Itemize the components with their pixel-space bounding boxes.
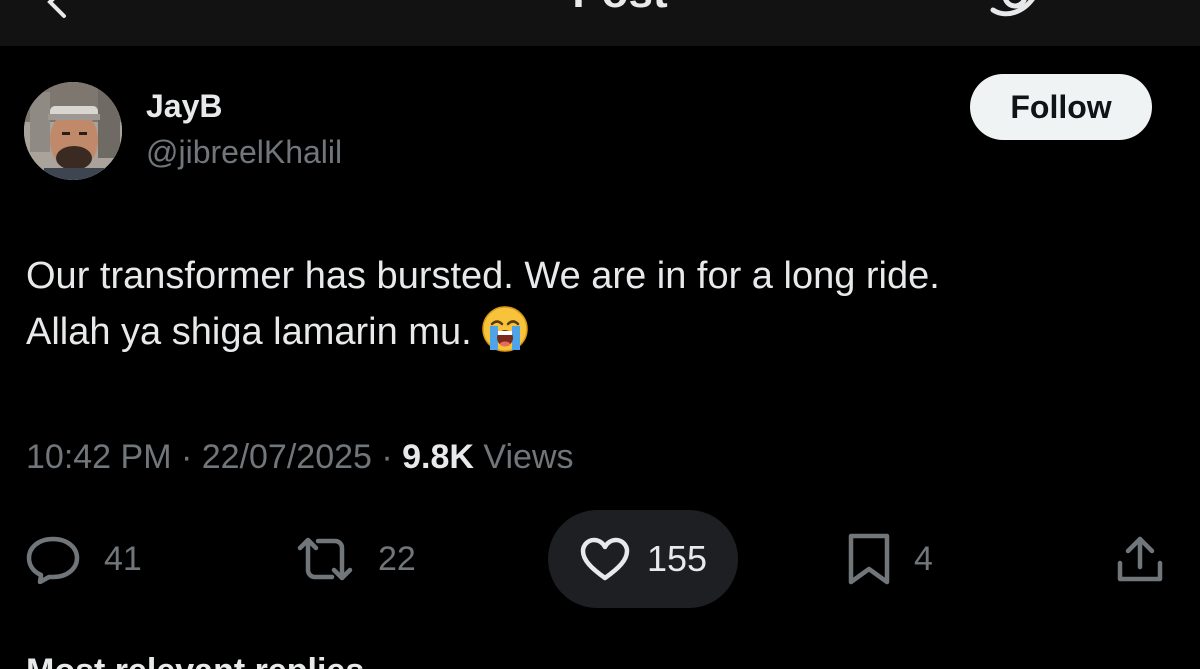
grok-icon[interactable]: [985, 0, 1045, 22]
arrow-left-icon[interactable]: [38, 0, 78, 22]
author-handle[interactable]: @jibreelKhalil: [146, 134, 342, 171]
post-date[interactable]: 22/07/2025: [202, 438, 372, 476]
bookmark-button[interactable]: 4: [846, 531, 933, 587]
reply-icon: [26, 536, 80, 584]
repost-count: 22: [378, 539, 416, 578]
replies-sort-heading[interactable]: Most relevant replies: [26, 652, 364, 669]
post-text-line-2-text: Allah ya shiga lamarin mu.: [26, 311, 472, 353]
top-header: Post: [0, 0, 1200, 46]
post-text: Our transformer has bursted. We are in f…: [26, 248, 1176, 360]
views-label: Views: [483, 438, 574, 476]
reply-count: 41: [104, 539, 142, 578]
post-text-line-2: Allah ya shiga lamarin mu.: [26, 304, 1176, 360]
bookmark-icon: [848, 533, 890, 585]
avatar[interactable]: [24, 82, 122, 180]
loudly-crying-face-emoji-icon: [480, 304, 530, 354]
heart-icon: [580, 537, 630, 581]
like-button[interactable]: 155: [548, 510, 738, 608]
post-text-line-1: Our transformer has bursted. We are in f…: [26, 255, 940, 297]
repost-icon: [297, 537, 353, 581]
repost-button[interactable]: 22: [294, 531, 416, 587]
views-count: 9.8K: [402, 438, 474, 476]
meta-separator-1: ·: [171, 438, 202, 476]
bookmark-count: 4: [914, 539, 933, 578]
post-meta: 10:42 PM · 22/07/2025 · 9.8K Views: [26, 438, 574, 477]
post-time[interactable]: 10:42 PM: [26, 438, 172, 476]
post-page: Post JayB @jibreelKhalil Follow Our tran…: [0, 0, 1200, 669]
reply-button[interactable]: 41: [24, 531, 142, 587]
meta-separator-2: ·: [371, 438, 403, 476]
like-count: 155: [646, 538, 708, 579]
header-title: Post: [520, 0, 720, 16]
action-bar: 41 22 155 4: [0, 510, 1200, 610]
share-icon: [1117, 536, 1163, 582]
share-button[interactable]: [1114, 531, 1166, 587]
follow-button[interactable]: Follow: [970, 74, 1152, 140]
author-name[interactable]: JayB: [146, 88, 223, 125]
